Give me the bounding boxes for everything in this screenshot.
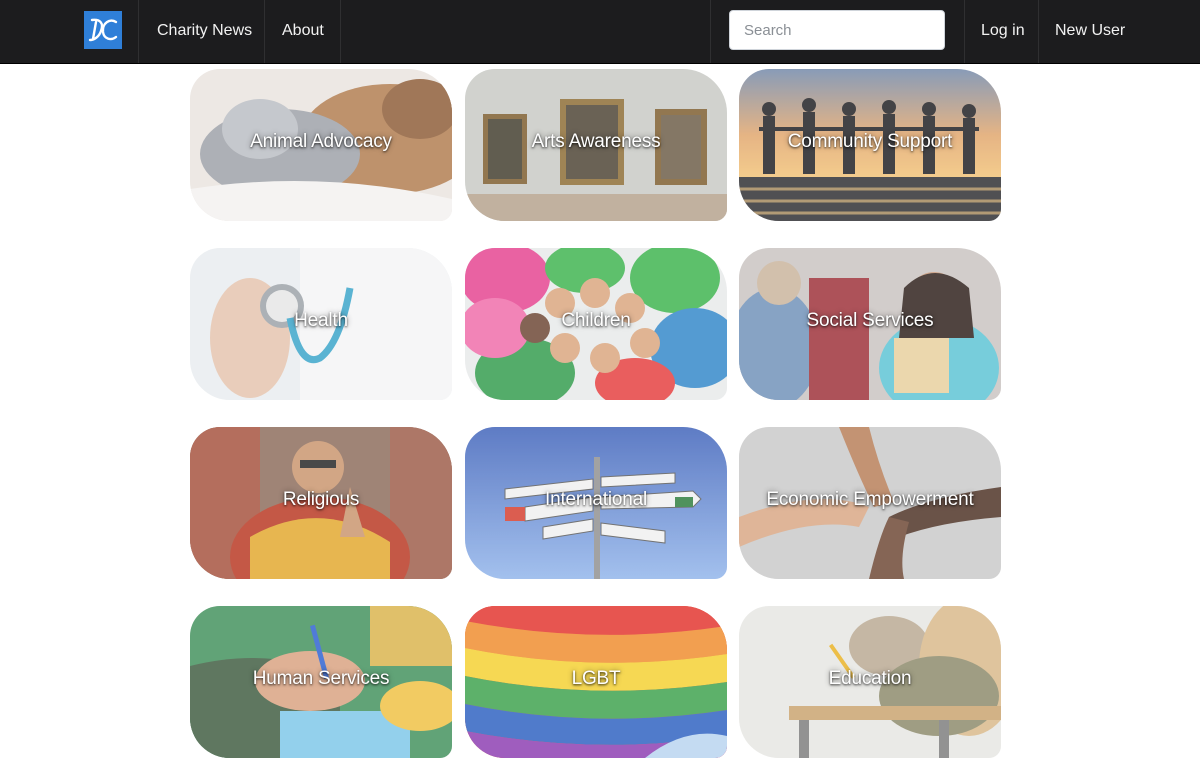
category-tile-community-support[interactable]: Community Support (739, 69, 1001, 221)
category-tile-social-services[interactable]: Social Services (739, 248, 1001, 400)
tile-label: Education (828, 668, 912, 689)
tile-label: Economic Empowerment (766, 489, 974, 510)
category-tile-religious[interactable]: Religious (190, 427, 452, 579)
tile-label: International (545, 489, 647, 510)
tile-label: Animal Advocacy (250, 131, 392, 152)
tile-label: Social Services (806, 310, 934, 331)
category-tile-economic-empowerment[interactable]: Economic Empowerment (739, 427, 1001, 579)
category-tile-children[interactable]: Children (465, 248, 727, 400)
category-tile-education[interactable]: Education (739, 606, 1001, 758)
login-link[interactable]: Log in (981, 0, 1025, 63)
new-user-link[interactable]: New User (1055, 0, 1125, 63)
category-tile-lgbt[interactable]: LGBT (465, 606, 727, 758)
tile-label: Human Services (252, 668, 390, 689)
tile-label: LGBT (571, 668, 621, 689)
nav-divider (340, 0, 341, 63)
tile-label: Arts Awareness (531, 131, 661, 152)
nav-divider (264, 0, 265, 63)
category-tile-human-services[interactable]: Human Services (190, 606, 452, 758)
tile-label: Children (561, 310, 631, 331)
site-logo[interactable] (84, 11, 122, 49)
nav-divider (964, 0, 965, 63)
category-tile-arts-awareness[interactable]: Arts Awareness (465, 69, 727, 221)
category-tile-international[interactable]: International (465, 427, 727, 579)
search-input[interactable] (729, 10, 945, 50)
top-navbar: Charity News About Log in New User (0, 0, 1200, 64)
nav-divider (138, 0, 139, 63)
category-tile-animal-advocacy[interactable]: Animal Advocacy (190, 69, 452, 221)
nav-link-about[interactable]: About (282, 0, 324, 63)
tile-label: Community Support (787, 131, 953, 152)
logo-mark (84, 11, 122, 49)
tile-label: Health (294, 310, 348, 331)
tile-label: Religious (282, 489, 360, 510)
nav-link-charity-news[interactable]: Charity News (157, 0, 252, 63)
category-tile-health[interactable]: Health (190, 248, 452, 400)
nav-divider (1038, 0, 1039, 63)
nav-divider (710, 0, 711, 63)
